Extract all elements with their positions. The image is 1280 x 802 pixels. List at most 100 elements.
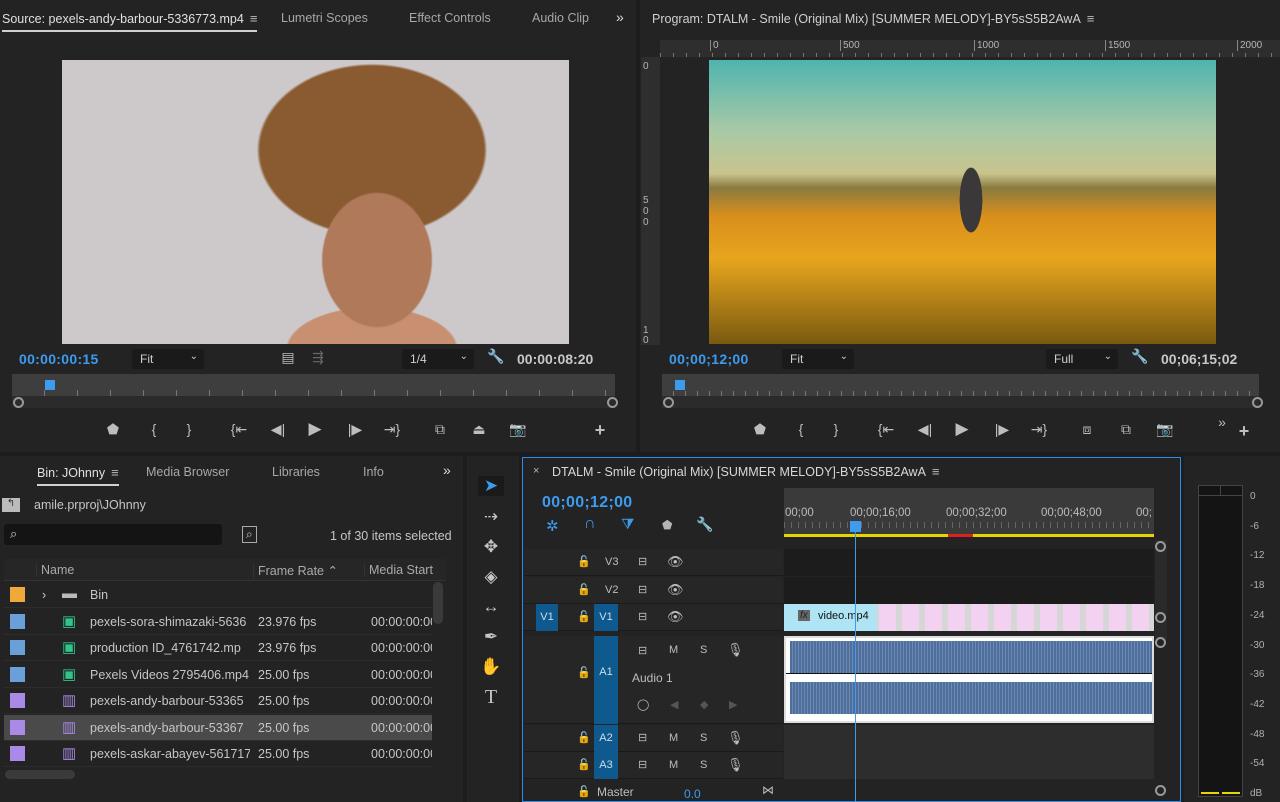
lane-v3[interactable]: [784, 549, 1154, 576]
tab-audio-clip[interactable]: Audio Clip: [532, 11, 589, 25]
bin-horizontal-scrollbar[interactable]: [5, 770, 75, 779]
step-forward-icon[interactable]: |▶: [345, 421, 365, 438]
label-color-swatch[interactable]: [10, 613, 25, 629]
settings-wrench-icon[interactable]: 🔧: [486, 348, 506, 365]
label-color-swatch[interactable]: [10, 719, 25, 735]
volume-line[interactable]: [786, 673, 1152, 674]
overwrite-icon[interactable]: ⏏: [469, 421, 489, 438]
panel-menu-icon[interactable]: ≡: [111, 465, 119, 480]
bin-list-item[interactable]: ▥ pexels-askar-abayev-561717 25.00 fps 00:0…: [4, 741, 432, 767]
timeline-playhead-line[interactable]: [855, 525, 856, 802]
bin-search-input[interactable]: ⌕: [4, 524, 222, 545]
sync-lock-icon[interactable]: ⊟: [638, 610, 647, 623]
add-keyframe-icon[interactable]: ◆: [700, 698, 708, 711]
label-color-swatch[interactable]: [10, 640, 25, 655]
sequence-tab[interactable]: DTALM - Smile (Original Mix) [SUMMER MEL…: [552, 464, 940, 479]
zoom-handle-right[interactable]: [607, 397, 618, 408]
panel-menu-icon[interactable]: ≡: [250, 11, 258, 26]
eye-icon[interactable]: 👁: [667, 582, 684, 598]
column-header-media-start[interactable]: Media Start: [364, 563, 433, 577]
add-marker-icon[interactable]: ⬟: [103, 421, 123, 438]
play-icon[interactable]: ▶: [305, 419, 325, 439]
mute-button[interactable]: M: [669, 732, 678, 744]
scroll-handle[interactable]: [1155, 637, 1166, 648]
hand-tool-icon[interactable]: ✋: [478, 657, 504, 677]
prev-keyframe-icon[interactable]: ◀: [670, 698, 678, 711]
solo-button[interactable]: S: [700, 644, 707, 656]
lock-icon[interactable]: 🔓: [577, 583, 591, 596]
video-clip[interactable]: fx video.mp4: [784, 604, 1154, 631]
microphone-icon[interactable]: 🎙: [727, 642, 744, 658]
sync-lock-icon[interactable]: ⊟: [638, 758, 647, 771]
sync-lock-icon[interactable]: ⊟: [638, 583, 647, 596]
lock-icon[interactable]: 🔓: [577, 785, 591, 798]
add-marker-icon[interactable]: ⬟: [662, 518, 672, 532]
tab-effect-controls[interactable]: Effect Controls: [409, 11, 491, 25]
go-to-in-icon[interactable]: {⇤: [876, 421, 896, 438]
linked-selection-icon[interactable]: ⧩: [621, 516, 634, 533]
volume-keyframe-icon[interactable]: ◯: [637, 698, 649, 711]
snap-magnet-icon[interactable]: ∩: [584, 515, 596, 533]
lane-a3[interactable]: [784, 752, 1154, 779]
go-to-in-icon[interactable]: {⇤: [229, 421, 249, 438]
step-forward-icon[interactable]: |▶: [992, 421, 1012, 438]
extract-icon[interactable]: ⧉: [1116, 421, 1136, 438]
source-playhead-timecode[interactable]: 00:00:00:15: [19, 351, 99, 367]
video-tracks-scrollbar[interactable]: [1155, 540, 1167, 640]
step-back-icon[interactable]: ◀|: [915, 421, 935, 438]
microphone-icon[interactable]: 🎙: [727, 757, 744, 773]
add-marker-icon[interactable]: ⬟: [750, 421, 770, 438]
tab-media-browser[interactable]: Media Browser: [146, 465, 229, 479]
mark-out-icon[interactable]: }: [826, 421, 846, 437]
ripple-edit-tool-icon[interactable]: ✥: [478, 537, 504, 557]
program-playhead-timecode[interactable]: 00;00;12;00: [669, 351, 749, 367]
sync-lock-icon[interactable]: ⊟: [638, 644, 647, 657]
column-header-frame-rate[interactable]: Frame Rate ⌃: [253, 563, 338, 578]
track-label[interactable]: V3: [605, 556, 618, 568]
slip-tool-icon[interactable]: ↔: [478, 597, 504, 617]
drag-video-icon[interactable]: ▤: [278, 349, 298, 366]
bin-list-item[interactable]: ▥ pexels-andy-barbour-53367 25.00 fps 00:00…: [4, 714, 432, 741]
zoom-handle-left[interactable]: [13, 397, 24, 408]
timeline-settings-wrench-icon[interactable]: 🔧: [696, 516, 713, 533]
program-playhead[interactable]: [675, 380, 685, 390]
find-icon[interactable]: ⌕: [242, 526, 257, 543]
bin-vertical-scrollbar[interactable]: [433, 582, 443, 624]
eye-icon[interactable]: 👁: [667, 609, 684, 625]
scroll-handle[interactable]: [1155, 541, 1166, 552]
type-tool-icon[interactable]: T: [478, 686, 504, 709]
mark-in-icon[interactable]: {: [144, 421, 164, 437]
solo-button[interactable]: S: [700, 759, 707, 771]
razor-tool-icon[interactable]: ◈: [478, 567, 504, 587]
play-icon[interactable]: ▶: [952, 419, 972, 439]
export-frame-camera-icon[interactable]: 📷: [1155, 421, 1175, 438]
bin-list-item[interactable]: ▣ pexels-sora-shimazaki-5636 23.976 fps 00:…: [4, 609, 432, 635]
lock-icon[interactable]: 🔓: [577, 666, 591, 679]
bin-list-item[interactable]: ▣ Pexels Videos 2795406.mp4 25.00 fps 00:00…: [4, 662, 432, 688]
panel-menu-icon[interactable]: ≡: [1087, 11, 1095, 26]
program-title[interactable]: Program: DTALM - Smile (Original Mix) [S…: [652, 11, 1094, 26]
export-frame-camera-icon[interactable]: 📷: [508, 421, 528, 438]
button-editor-plus-icon[interactable]: +: [590, 420, 610, 441]
program-time-ruler[interactable]: [662, 374, 1259, 396]
step-back-icon[interactable]: ◀|: [268, 421, 288, 438]
lock-icon[interactable]: 🔓: [577, 610, 591, 623]
eye-icon[interactable]: 👁: [667, 554, 684, 570]
sync-lock-icon[interactable]: ⊟: [638, 731, 647, 744]
go-to-out-icon[interactable]: ⇥}: [1029, 421, 1049, 438]
collapse-expand-icon[interactable]: ⋈: [762, 783, 774, 797]
button-editor-plus-icon[interactable]: +: [1234, 421, 1254, 442]
selection-tool-icon[interactable]: ➤: [478, 476, 504, 496]
mute-button[interactable]: M: [669, 644, 678, 656]
settings-wrench-icon[interactable]: 🔧: [1130, 348, 1150, 365]
label-color-swatch[interactable]: [10, 746, 25, 761]
mute-button[interactable]: M: [669, 759, 678, 771]
tab-info[interactable]: Info: [363, 465, 384, 479]
go-to-out-icon[interactable]: ⇥}: [382, 421, 402, 438]
tab-lumetri-scopes[interactable]: Lumetri Scopes: [281, 11, 368, 25]
track-target-a3[interactable]: A3: [594, 752, 618, 779]
navigate-up-folder-icon[interactable]: ↰: [2, 498, 20, 512]
insert-icon[interactable]: ⧉: [430, 421, 450, 438]
solo-button[interactable]: S: [700, 732, 707, 744]
lane-v2[interactable]: [784, 577, 1154, 604]
